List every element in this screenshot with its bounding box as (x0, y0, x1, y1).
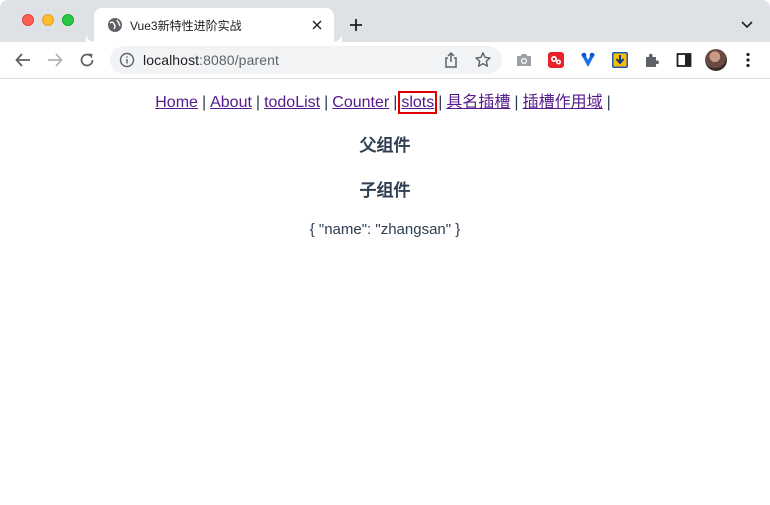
nav-link-todolist[interactable]: todoList (264, 94, 320, 111)
minimize-window-button[interactable] (42, 14, 54, 26)
child-heading: 子组件 (359, 181, 411, 200)
nav-link-scoped-slots[interactable]: 插槽作用域 (523, 94, 603, 111)
nav-link-home[interactable]: Home (155, 94, 198, 111)
nav-separator: | (393, 94, 398, 111)
close-window-button[interactable] (22, 14, 34, 26)
tab-strip: Vue3新特性进阶实战 (0, 0, 770, 42)
nav-bar: Home | About | todoList | Counter | slots | 具名插槽 | 插… (0, 88, 770, 114)
close-icon[interactable] (308, 16, 326, 34)
url-path: :8080/parent (199, 52, 279, 68)
chevron-down-icon[interactable] (736, 14, 758, 36)
parent-heading: 父组件 (359, 136, 411, 155)
browser-window: Vue3新特性进阶实战 localhost:8080/parent Home |… (0, 0, 770, 505)
nav-link-named-slots[interactable]: 具名插槽 (446, 94, 510, 111)
back-arrow-icon[interactable] (10, 47, 36, 73)
nav-link-slots[interactable]: slots (398, 91, 438, 114)
nav-separator: | (201, 94, 207, 111)
url-host: localhost (143, 52, 200, 68)
red-extension-icon[interactable] (547, 51, 565, 69)
maximize-window-button[interactable] (62, 14, 74, 26)
puzzle-icon[interactable] (643, 51, 661, 69)
active-tab[interactable]: Vue3新特性进阶实战 (94, 8, 342, 42)
star-icon[interactable] (474, 51, 492, 69)
nav-link-about[interactable]: About (210, 94, 252, 111)
forward-arrow-icon[interactable] (42, 47, 68, 73)
nav-separator: | (324, 94, 329, 111)
share-icon[interactable] (442, 51, 460, 69)
reload-icon[interactable] (74, 47, 100, 73)
camera-icon[interactable] (515, 51, 533, 69)
sidebar-icon[interactable] (675, 51, 693, 69)
globe-icon (107, 17, 123, 33)
browser-toolbar: localhost:8080/parent (0, 42, 770, 79)
nav-separator: | (438, 94, 443, 111)
nav-separator: | (606, 94, 611, 111)
nav-separator: | (255, 94, 261, 111)
nav-separator: | (514, 94, 519, 111)
download-extension-icon[interactable] (611, 51, 629, 69)
plus-icon[interactable] (344, 13, 368, 37)
url-text[interactable]: localhost:8080/parent (143, 52, 279, 68)
json-output: { "name": "zhangsan" } (309, 221, 461, 238)
tab-title: Vue3新特性进阶实战 (130, 19, 242, 33)
menu-dots-icon[interactable] (739, 51, 757, 69)
nav-link-counter[interactable]: Counter (332, 94, 389, 111)
address-bar[interactable]: localhost:8080/parent (110, 46, 502, 74)
avatar[interactable] (705, 49, 727, 71)
page-content: Home | About | todoList | Counter | slots | 具名插槽 | 插… (0, 79, 770, 505)
blue-extension-icon[interactable] (579, 51, 597, 69)
info-icon[interactable] (119, 52, 135, 68)
